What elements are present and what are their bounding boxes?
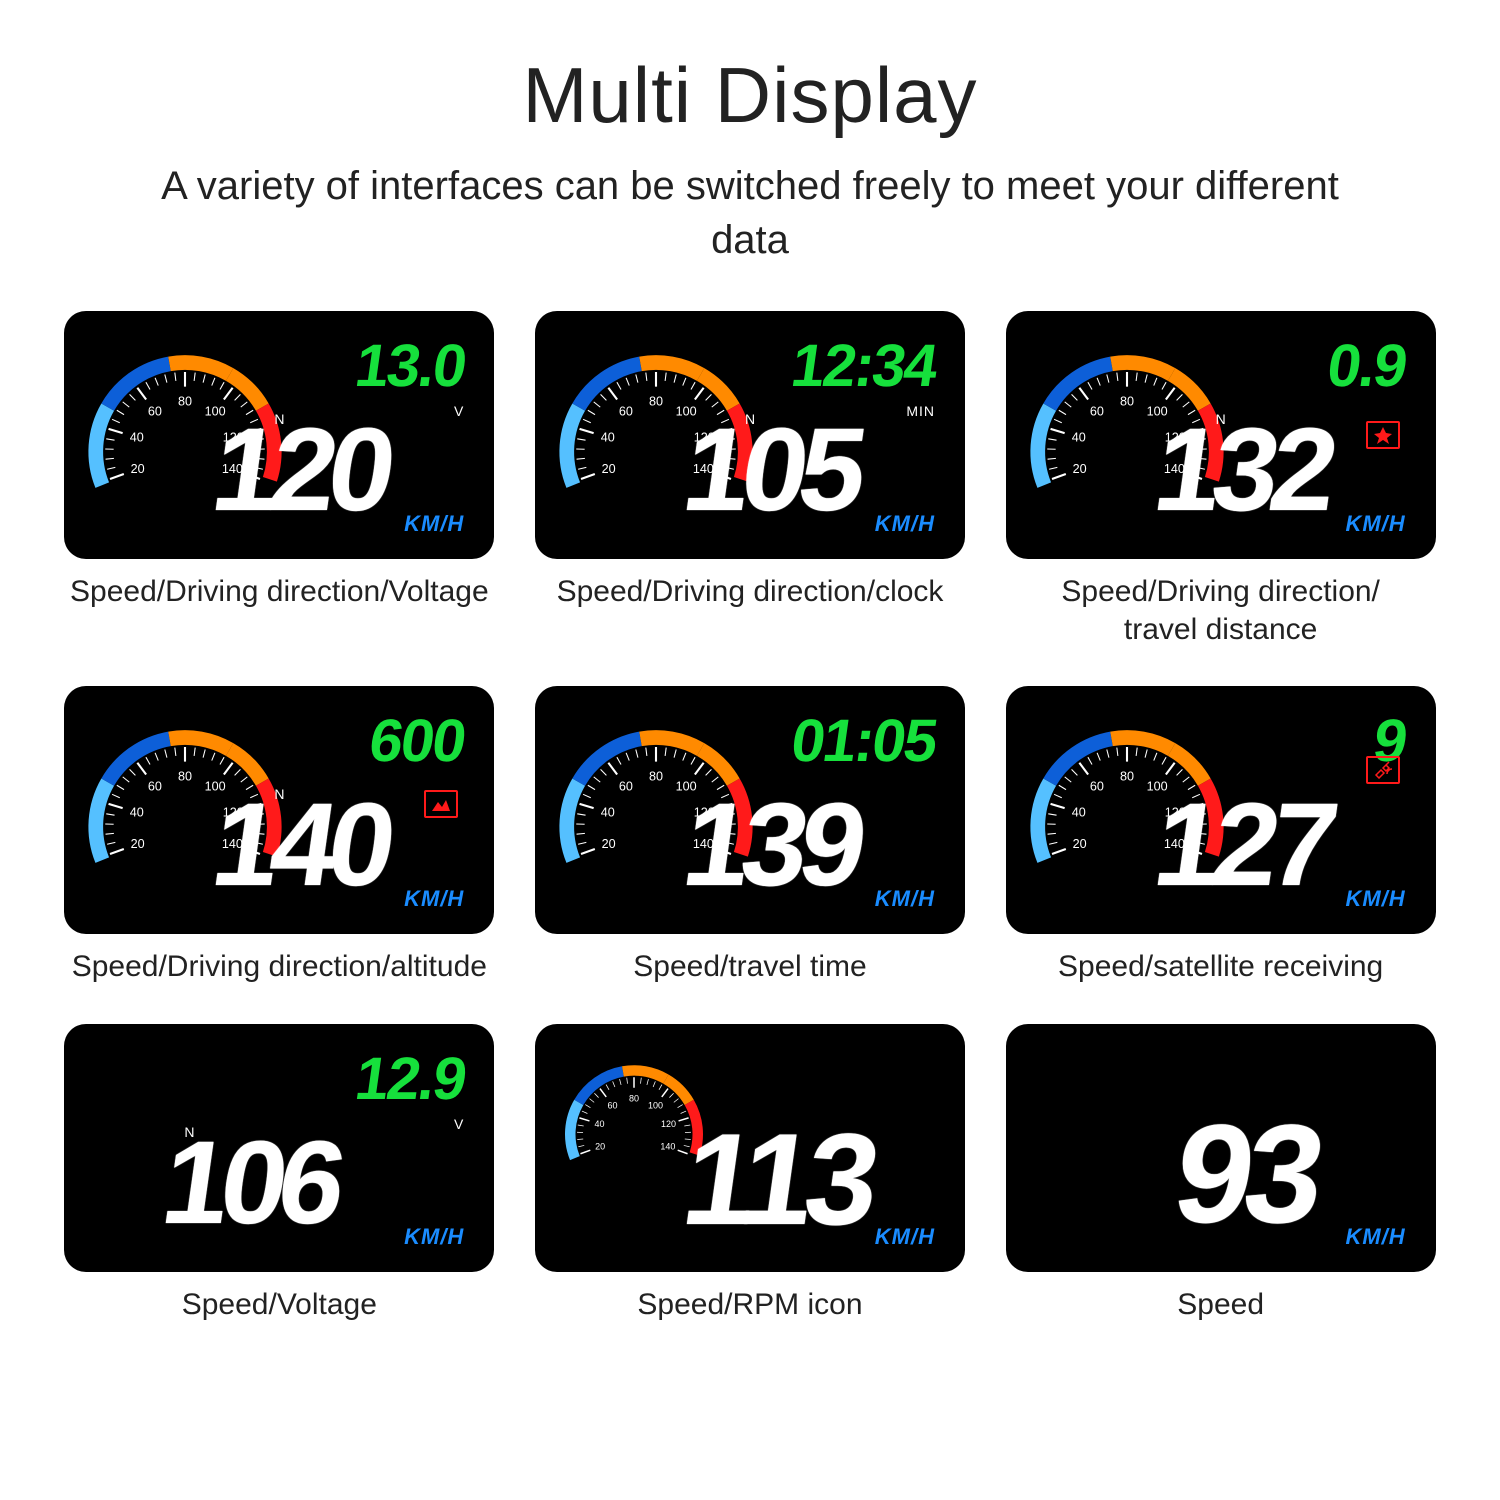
svg-text:20: 20	[131, 837, 145, 851]
hud-screen: 2040608010012014001:05139KM/H	[535, 686, 965, 934]
speed-value: 106	[156, 1124, 345, 1242]
page-subtitle: A variety of interfaces can be switched …	[150, 159, 1350, 267]
svg-text:140: 140	[660, 1141, 675, 1151]
svg-text:40: 40	[601, 430, 615, 444]
direction-label: N	[745, 411, 756, 427]
svg-text:20: 20	[595, 1141, 605, 1151]
panel-caption: Speed	[1177, 1286, 1264, 1324]
panel-caption: Speed/Driving direction/travel distance	[1061, 573, 1380, 648]
svg-text:40: 40	[1071, 805, 1085, 819]
voltage-unit-label: V	[454, 1116, 464, 1132]
display-grid: 2040608010012014013.0120NVKM/HSpeed/Driv…	[60, 311, 1440, 1323]
display-cell: 20 4060 80 100 120 140113KM/H Speed/RPM icon	[531, 1024, 970, 1324]
display-cell: 2040608010012014001:05139KM/HSpeed/trave…	[531, 686, 970, 986]
display-cell: 2040608010012014013.0120NVKM/HSpeed/Driv…	[60, 311, 499, 648]
svg-text:80: 80	[649, 395, 663, 409]
voltage-unit-label: V	[454, 403, 464, 419]
svg-text:20: 20	[131, 462, 145, 476]
direction-label: N	[184, 1124, 195, 1140]
display-cell: 12.9106N V KM/H Speed/Voltage	[60, 1024, 499, 1324]
gps-icon	[1366, 421, 1400, 449]
direction-label: N	[274, 411, 285, 427]
speed-unit-label: KM/H	[1345, 511, 1405, 537]
hud-screen: 2040608010012014013.0120NVKM/H	[64, 311, 494, 559]
display-cell: 204060801001201400.9132NKM/HSpeed/Drivin…	[1001, 311, 1440, 648]
speed-value: 120	[206, 411, 395, 529]
hud-screen: 204060801001201400.9132NKM/H	[1006, 311, 1436, 559]
speed-value: 105	[677, 411, 866, 529]
speed-value: 140	[206, 786, 395, 904]
speed-unit-label: KM/H	[1345, 1224, 1405, 1250]
svg-text:40: 40	[130, 805, 144, 819]
display-cell: 93 KM/H Speed	[1001, 1024, 1440, 1324]
svg-text:80: 80	[1120, 395, 1134, 409]
speed-unit-label: KM/H	[404, 511, 464, 537]
minutes-unit-label: MIN	[906, 403, 935, 419]
svg-text:80: 80	[629, 1093, 639, 1103]
panel-caption: Speed/Driving direction/clock	[557, 573, 944, 611]
svg-text:40: 40	[1071, 430, 1085, 444]
svg-text:40: 40	[130, 430, 144, 444]
secondary-value: 0.9	[1323, 331, 1410, 400]
svg-text:20: 20	[602, 462, 616, 476]
secondary-value: 12.9	[351, 1044, 469, 1113]
speed-value: 139	[677, 786, 866, 904]
svg-text:60: 60	[619, 780, 633, 794]
hud-screen: 20406080100120140600140NKM/H	[64, 686, 494, 934]
speed-unit-label: KM/H	[404, 886, 464, 912]
svg-text:60: 60	[148, 780, 162, 794]
svg-text:20: 20	[1072, 462, 1086, 476]
svg-text:100: 100	[648, 1100, 663, 1110]
speed-value: 127	[1147, 786, 1336, 904]
secondary-value: 13.0	[351, 331, 469, 400]
svg-text:60: 60	[148, 405, 162, 419]
speed-value: 113	[676, 1114, 880, 1244]
secondary-value: 01:05	[787, 706, 940, 775]
display-cell: 204060801001201409127KM/HSpeed/satellite…	[1001, 686, 1440, 986]
svg-text:20: 20	[1072, 837, 1086, 851]
svg-text:80: 80	[178, 395, 192, 409]
speed-unit-label: KM/H	[875, 886, 935, 912]
svg-text:60: 60	[1090, 405, 1104, 419]
speed-value: 93	[1166, 1104, 1325, 1244]
svg-text:80: 80	[1120, 770, 1134, 784]
svg-text:120: 120	[661, 1118, 676, 1128]
alt-icon	[424, 790, 458, 818]
hud-screen: 93 KM/H	[1006, 1024, 1436, 1272]
speed-unit-label: KM/H	[404, 1224, 464, 1250]
panel-caption: Speed/travel time	[633, 948, 866, 986]
speed-unit-label: KM/H	[875, 1224, 935, 1250]
hud-screen: 12.9106N V KM/H	[64, 1024, 494, 1272]
page-title: Multi Display	[60, 50, 1440, 141]
svg-text:40: 40	[601, 805, 615, 819]
speed-value: 132	[1147, 411, 1336, 529]
svg-text:80: 80	[649, 770, 663, 784]
sat-icon	[1366, 756, 1400, 784]
direction-label: N	[1216, 411, 1227, 427]
direction-label: N	[274, 786, 285, 802]
svg-text:60: 60	[607, 1100, 617, 1110]
svg-text:60: 60	[619, 405, 633, 419]
svg-text:60: 60	[1090, 780, 1104, 794]
panel-caption: Speed/RPM icon	[637, 1286, 862, 1324]
secondary-value: 12:34	[787, 331, 940, 400]
panel-caption: Speed/Voltage	[182, 1286, 377, 1324]
hud-screen: 204060801001201409127KM/H	[1006, 686, 1436, 934]
speed-unit-label: KM/H	[1345, 886, 1405, 912]
hud-screen: 20 4060 80 100 120 140113KM/H	[535, 1024, 965, 1272]
display-cell: 2040608010012014012:34105NMINKM/HSpeed/D…	[531, 311, 970, 648]
speed-unit-label: KM/H	[875, 511, 935, 537]
panel-caption: Speed/Driving direction/altitude	[72, 948, 487, 986]
svg-text:80: 80	[178, 770, 192, 784]
svg-text:40: 40	[594, 1118, 604, 1128]
panel-caption: Speed/Driving direction/Voltage	[70, 573, 489, 611]
display-cell: 20406080100120140600140NKM/HSpeed/Drivin…	[60, 686, 499, 986]
secondary-value: 600	[365, 706, 469, 775]
svg-text:20: 20	[602, 837, 616, 851]
hud-screen: 2040608010012014012:34105NMINKM/H	[535, 311, 965, 559]
panel-caption: Speed/satellite receiving	[1058, 948, 1383, 986]
